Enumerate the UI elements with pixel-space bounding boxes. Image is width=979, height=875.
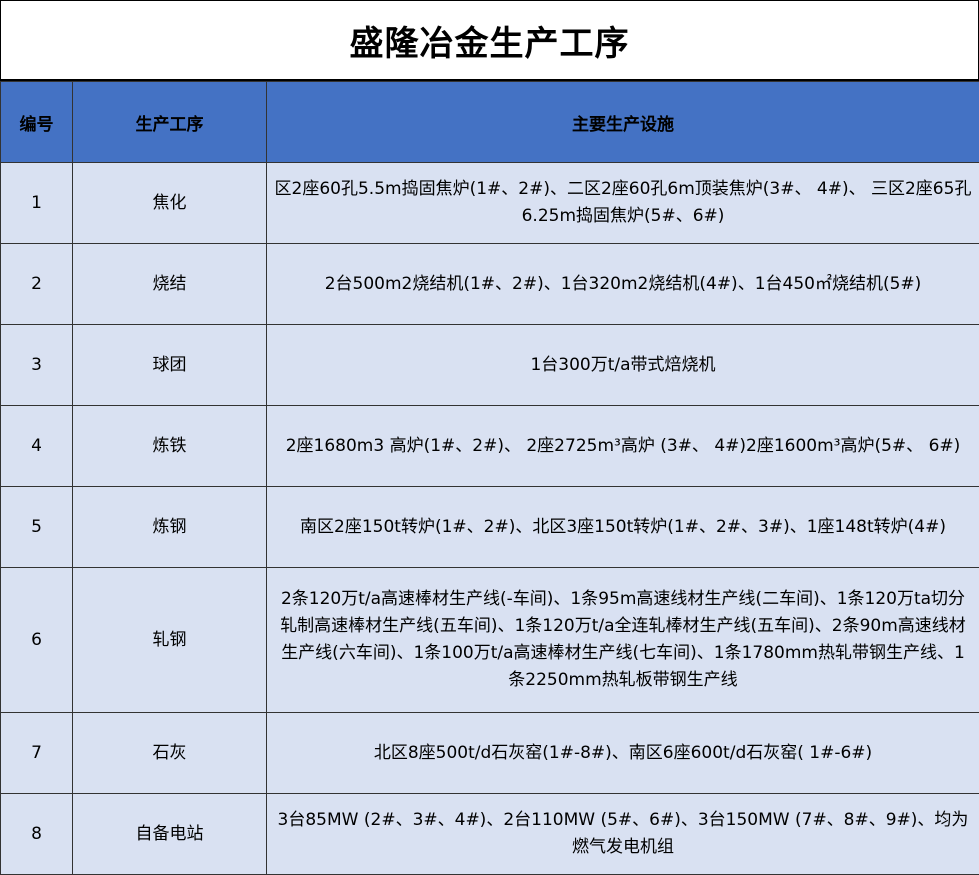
header-process[interactable]: 生产工序	[72, 81, 267, 163]
page-title: 盛隆冶金生产工序	[349, 23, 630, 64]
table-row: 5 炼钢 南区2座150t转炉(1#、2#)、北区3座150t转炉(1#、2#、…	[0, 486, 979, 568]
cell-process[interactable]: 球团	[72, 324, 267, 406]
table-row: 2 烧结 2台500m2烧结机(1#、2#)、1台320m2烧结机(4#)、1台…	[0, 243, 979, 325]
table-row: 4 炼铁 2座1680m3 高炉(1#、2#)、 2座2725m³高炉 (3#、…	[0, 405, 979, 487]
cell-process[interactable]: 轧钢	[72, 567, 267, 713]
cell-no[interactable]: 1	[0, 162, 73, 244]
table-row: 8 自备电站 3台85MW (2#、3#、4#)、2台110MW (5#、6#)…	[0, 793, 979, 875]
spreadsheet-sheet: 盛隆冶金生产工序 编号 生产工序 主要生产设施 1 焦化 区2座60孔5.5m捣…	[0, 0, 979, 875]
table-row: 7 石灰 北区8座500t/d石灰窑(1#-8#)、南区6座600t/d石灰窑(…	[0, 712, 979, 794]
cell-facilities[interactable]: 北区8座500t/d石灰窑(1#-8#)、南区6座600t/d石灰窑( 1#-6…	[266, 712, 979, 794]
cell-process[interactable]: 炼铁	[72, 405, 267, 487]
cell-facilities[interactable]: 2条120万t/a高速棒材生产线(-车间)、1条95m高速线材生产线(二车间)、…	[266, 567, 979, 713]
cell-no[interactable]: 3	[0, 324, 73, 406]
cell-no[interactable]: 4	[0, 405, 73, 487]
table-row: 3 球团 1台300万t/a带式焙烧机	[0, 324, 979, 406]
cell-no[interactable]: 8	[0, 793, 73, 875]
cell-process[interactable]: 焦化	[72, 162, 267, 244]
cell-no[interactable]: 6	[0, 567, 73, 713]
cell-no[interactable]: 2	[0, 243, 73, 325]
table-row: 1 焦化 区2座60孔5.5m捣固焦炉(1#、2#)、二区2座60孔6m顶装焦炉…	[0, 162, 979, 244]
cell-process[interactable]: 烧结	[72, 243, 267, 325]
cell-process[interactable]: 炼钢	[72, 486, 267, 568]
cell-process[interactable]: 石灰	[72, 712, 267, 794]
cell-no[interactable]: 5	[0, 486, 73, 568]
header-row: 编号 生产工序 主要生产设施	[0, 81, 979, 163]
cell-facilities[interactable]: 3台85MW (2#、3#、4#)、2台110MW (5#、6#)、3台150M…	[266, 793, 979, 875]
cell-facilities[interactable]: 区2座60孔5.5m捣固焦炉(1#、2#)、二区2座60孔6m顶装焦炉(3#、 …	[266, 162, 979, 244]
cell-process[interactable]: 自备电站	[72, 793, 267, 875]
title-cell[interactable]: 盛隆冶金生产工序	[0, 0, 979, 81]
cell-facilities[interactable]: 2座1680m3 高炉(1#、2#)、 2座2725m³高炉 (3#、 4#)2…	[266, 405, 979, 487]
cell-facilities[interactable]: 南区2座150t转炉(1#、2#)、北区3座150t转炉(1#、2#、3#)、1…	[266, 486, 979, 568]
cell-facilities[interactable]: 1台300万t/a带式焙烧机	[266, 324, 979, 406]
table-row: 6 轧钢 2条120万t/a高速棒材生产线(-车间)、1条95m高速线材生产线(…	[0, 567, 979, 713]
cell-no[interactable]: 7	[0, 712, 73, 794]
process-table: 编号 生产工序 主要生产设施 1 焦化 区2座60孔5.5m捣固焦炉(1#、2#…	[0, 81, 979, 875]
cell-facilities[interactable]: 2台500m2烧结机(1#、2#)、1台320m2烧结机(4#)、1台450㎡烧…	[266, 243, 979, 325]
header-no[interactable]: 编号	[0, 81, 73, 163]
header-facilities[interactable]: 主要生产设施	[266, 81, 979, 163]
